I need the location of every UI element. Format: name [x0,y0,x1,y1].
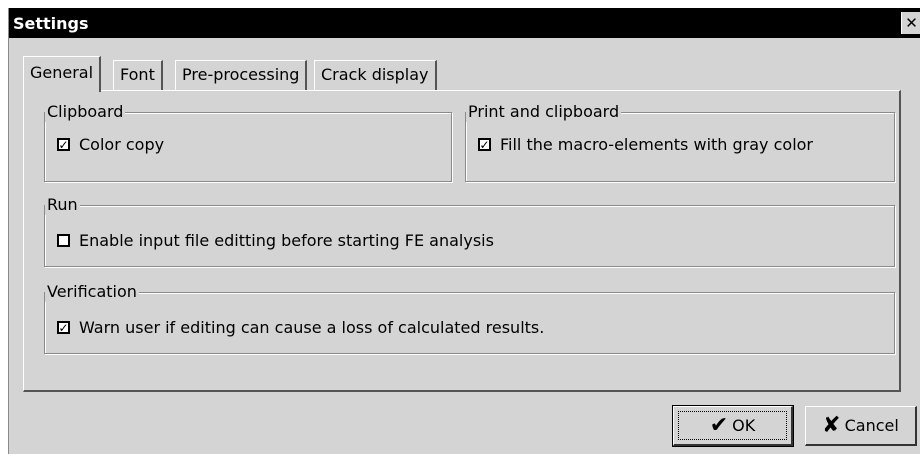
tab-crack-display[interactable]: Crack display [314,60,437,90]
group-title: Clipboard [45,102,126,122]
window-title: Settings [13,14,89,33]
group-title: Run [45,195,80,215]
tab-label: Pre-processing [182,65,300,84]
warn-user-checkbox[interactable]: ✓ [57,321,70,334]
verification-group: Verification ✓ Warn user if editing can … [44,282,895,354]
general-tab-panel: Clipboard ✓ Color copy Print and clipboa… [23,90,901,392]
run-group: Run Enable input file editting before st… [44,195,895,267]
enable-editing-option[interactable]: Enable input file editting before starti… [57,231,494,250]
tab-general[interactable]: General [23,56,102,92]
tab-label: Crack display [321,65,429,84]
x-icon: ✘ [822,412,841,438]
fill-gray-checkbox[interactable]: ✓ [478,138,491,151]
group-title: Verification [45,282,139,302]
title-bar[interactable]: Settings ✕ [9,8,920,38]
option-label: Fill the macro-elements with gray color [500,135,813,154]
tab-label: Font [120,65,155,84]
group-title: Print and clipboard [466,102,622,122]
warn-user-option[interactable]: ✓ Warn user if editing can cause a loss … [57,318,544,337]
enable-editing-checkbox[interactable] [57,234,70,247]
cancel-label: Cancel [844,416,899,435]
option-label: Enable input file editting before starti… [79,231,494,250]
close-icon[interactable]: ✕ [901,12,920,34]
tab-label: General [30,63,94,82]
cancel-button[interactable]: ✘ Cancel [805,406,917,446]
color-copy-option[interactable]: ✓ Color copy [57,135,164,154]
clipboard-group: Clipboard ✓ Color copy [44,102,452,182]
option-label: Warn user if editing can cause a loss of… [79,318,545,337]
option-label: Color copy [79,135,165,154]
fill-gray-option[interactable]: ✓ Fill the macro-elements with gray colo… [478,135,813,154]
ok-button[interactable]: ✔ OK [672,405,794,447]
color-copy-checkbox[interactable]: ✓ [57,138,70,151]
focus-rect [678,411,787,440]
print-clipboard-group: Print and clipboard ✓ Fill the macro-ele… [465,102,895,182]
settings-dialog: Settings ✕ General Font Pre-processing C… [8,8,920,454]
tab-pre-processing[interactable]: Pre-processing [175,60,308,90]
tab-font[interactable]: Font [113,60,163,90]
